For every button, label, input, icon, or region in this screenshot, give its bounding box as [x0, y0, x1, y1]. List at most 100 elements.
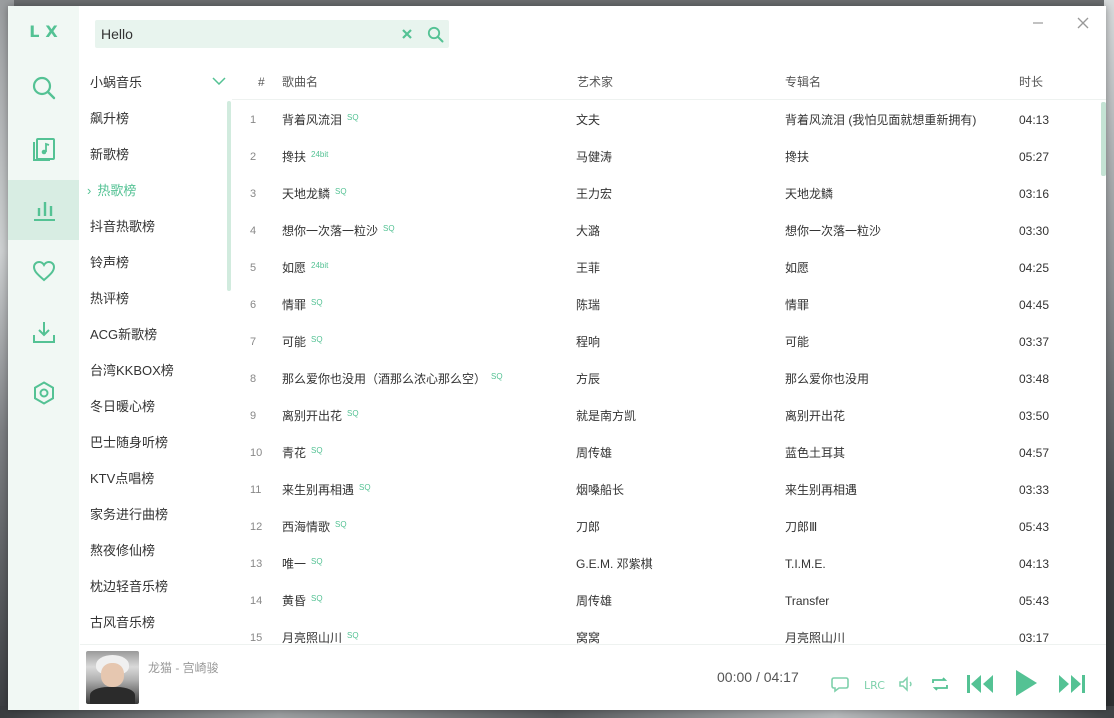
repeat-mode-button[interactable]: [928, 673, 952, 695]
lyrics-button[interactable]: LRC: [862, 673, 886, 695]
artist-cell: 王菲: [576, 261, 601, 275]
nav-charts[interactable]: [8, 180, 79, 240]
quality-badge: SQ: [311, 335, 323, 344]
board-item[interactable]: 枕边轻音乐榜: [80, 569, 226, 605]
song-name: 青花: [282, 446, 307, 460]
artist-cell: 程响: [576, 335, 601, 349]
board-item[interactable]: 巴士随身听榜: [80, 425, 226, 461]
table-row[interactable]: 14 黄昏 SQ 周传雄 Transfer 05:43: [232, 583, 1106, 620]
song-name: 离别开出花: [282, 409, 343, 423]
clear-search-button[interactable]: [393, 20, 421, 48]
song-name: 如愿: [282, 261, 307, 275]
search-input[interactable]: [95, 20, 393, 48]
previous-track-button[interactable]: [964, 669, 996, 699]
duration-cell: 04:13: [1019, 557, 1050, 571]
song-name: 月亮照山川: [282, 631, 343, 645]
source-selector[interactable]: 小蜗音乐: [90, 68, 226, 94]
board-item[interactable]: 台湾KKBOX榜: [80, 353, 226, 389]
table-row[interactable]: 6 情罪 SQ 陈瑞 情罪 04:45: [232, 287, 1106, 324]
artist-cell: 王力宏: [576, 187, 613, 201]
duration-cell: 04:57: [1019, 446, 1050, 460]
song-name: 黄昏: [282, 594, 307, 608]
col-artist-header: 艺术家: [577, 75, 614, 89]
board-item-label: 抖音热歌榜: [90, 219, 156, 234]
song-name-cell: 那么爱你也没用（酒那么浓心那么空） SQ: [282, 361, 572, 398]
song-name-cell: 天地龙鳞 SQ: [282, 176, 572, 213]
table-row[interactable]: 10 青花 SQ 周传雄 蓝色土耳其 04:57: [232, 435, 1106, 472]
total-time: 04:17: [763, 669, 799, 685]
table-row[interactable]: 4 想你一次落一粒沙 SQ 大潞 想你一次落一粒沙 03:30: [232, 213, 1106, 250]
duration-cell: 05:27: [1019, 150, 1050, 164]
table-row[interactable]: 13 唯一 SQ G.E.M. 邓紫棋 T.I.M.E. 04:13: [232, 546, 1106, 583]
table-row[interactable]: 1 背着风流泪 SQ 文夫 背着风流泪 (我怕见面就想重新拥有) 04:13: [232, 102, 1106, 139]
next-track-button[interactable]: [1056, 669, 1088, 699]
board-item[interactable]: › 热歌榜: [80, 173, 226, 209]
album-cell: 刀郎Ⅲ: [785, 520, 818, 534]
repeat-icon: [932, 677, 948, 691]
artist-cell: 马健涛: [576, 150, 613, 164]
artist-cell: 周传雄: [576, 594, 613, 608]
play-button[interactable]: [1011, 667, 1041, 699]
nav-settings[interactable]: [8, 363, 79, 423]
board-item[interactable]: 熬夜修仙榜: [80, 533, 226, 569]
comment-button[interactable]: [829, 673, 851, 695]
album-cell: 情罪: [785, 298, 810, 312]
board-item-label: 巴士随身听榜: [90, 435, 169, 450]
minimize-button[interactable]: [1027, 14, 1049, 32]
album-cell: 搀扶: [785, 150, 810, 164]
song-list-scrollbar[interactable]: [1101, 102, 1106, 176]
row-number: 2: [250, 151, 257, 163]
row-number: 1: [250, 114, 257, 126]
nav-download[interactable]: [8, 302, 79, 362]
quality-badge: SQ: [491, 372, 503, 381]
board-item[interactable]: 抖音热歌榜: [80, 209, 226, 245]
table-row[interactable]: 11 来生别再相遇 SQ 烟嗓船长 来生别再相遇 03:33: [232, 472, 1106, 509]
table-row[interactable]: 12 西海情歌 SQ 刀郎 刀郎Ⅲ 05:43: [232, 509, 1106, 546]
close-window-button[interactable]: [1072, 14, 1094, 32]
board-item[interactable]: 古风音乐榜: [80, 605, 226, 641]
album-cover[interactable]: [86, 651, 139, 704]
quality-badge: SQ: [335, 520, 347, 529]
album-cell: 天地龙鳞: [785, 187, 834, 201]
board-item[interactable]: ACG新歌榜: [80, 317, 226, 353]
search-button[interactable]: [421, 20, 449, 48]
artist-cell: 方辰: [576, 372, 601, 386]
board-item[interactable]: 热评榜: [80, 281, 226, 317]
nav-favorites[interactable]: [8, 241, 79, 301]
table-row[interactable]: 5 如愿 24bit 王菲 如愿 04:25: [232, 250, 1106, 287]
close-icon: [1077, 17, 1089, 29]
close-icon: [402, 29, 412, 39]
volume-button[interactable]: [895, 673, 917, 695]
nav-song-list[interactable]: [8, 119, 79, 179]
table-row[interactable]: 15 月亮照山川 SQ 窝窝 月亮照山川 03:17: [232, 620, 1106, 646]
artist-cell: 烟嗓船长: [576, 483, 625, 497]
quality-badge: 24bit: [311, 261, 329, 270]
nav-search[interactable]: [8, 58, 79, 118]
board-item[interactable]: 铃声榜: [80, 245, 226, 281]
table-row[interactable]: 7 可能 SQ 程响 可能 03:37: [232, 324, 1106, 361]
row-number: 3: [250, 188, 257, 200]
song-name: 背着风流泪: [282, 113, 343, 127]
board-item-label: 飙升榜: [90, 111, 130, 126]
board-item[interactable]: 家务进行曲榜: [80, 497, 226, 533]
active-marker-icon: ›: [87, 183, 92, 198]
duration-cell: 03:16: [1019, 187, 1050, 201]
duration-cell: 03:17: [1019, 631, 1050, 645]
table-row[interactable]: 8 那么爱你也没用（酒那么浓心那么空） SQ 方辰 那么爱你也没用 03:48: [232, 361, 1106, 398]
song-name-cell: 如愿 24bit: [282, 250, 572, 287]
board-list-scrollbar[interactable]: [227, 101, 231, 291]
board-item[interactable]: 新歌榜: [80, 137, 226, 173]
play-icon: [1016, 670, 1037, 696]
song-name-cell: 背着风流泪 SQ: [282, 102, 572, 139]
song-name: 天地龙鳞: [282, 187, 331, 201]
previous-icon: [967, 675, 993, 693]
duration-cell: 03:33: [1019, 483, 1050, 497]
table-row[interactable]: 2 搀扶 24bit 马健涛 搀扶 05:27: [232, 139, 1106, 176]
board-item[interactable]: 飙升榜: [80, 101, 226, 137]
table-row[interactable]: 3 天地龙鳞 SQ 王力宏 天地龙鳞 03:16: [232, 176, 1106, 213]
table-row[interactable]: 9 离别开出花 SQ 就是南方凯 离别开出花 03:50: [232, 398, 1106, 435]
artist-cell: 文夫: [576, 113, 601, 127]
row-number: 11: [250, 484, 262, 496]
board-item[interactable]: 冬日暖心榜: [80, 389, 226, 425]
board-item[interactable]: KTV点唱榜: [80, 461, 226, 497]
